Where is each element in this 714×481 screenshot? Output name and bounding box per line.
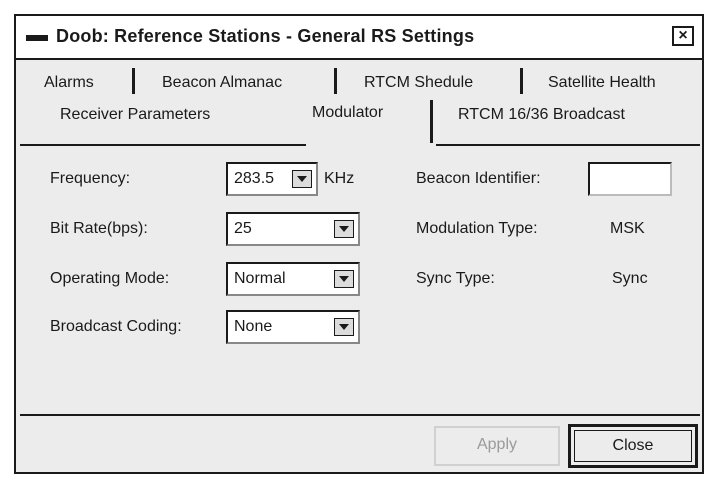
broadcast-coding-select[interactable]: None: [226, 310, 360, 344]
broadcast-coding-value: None: [234, 318, 273, 335]
beacon-identifier-label: Beacon Identifier:: [416, 170, 541, 187]
chevron-down-icon[interactable]: [334, 270, 354, 288]
tab-satellite-health[interactable]: Satellite Health: [548, 72, 656, 94]
window-title: Doob: Reference Stations - General RS Se…: [56, 26, 475, 46]
apply-button[interactable]: Apply: [434, 426, 560, 466]
frequency-unit: KHz: [324, 170, 355, 187]
frequency-value: 283.5: [234, 170, 275, 187]
chevron-down-icon[interactable]: [334, 220, 354, 238]
close-icon[interactable]: ×: [672, 26, 694, 46]
tab-separator: [132, 68, 135, 94]
modulation-type-label: Modulation Type:: [416, 220, 538, 237]
frequency-label: Frequency:: [50, 170, 131, 187]
bitrate-select[interactable]: 25: [226, 212, 360, 246]
chevron-down-icon[interactable]: [292, 170, 312, 188]
active-tab-gap: [306, 143, 436, 147]
operating-mode-label: Operating Mode:: [50, 270, 170, 287]
frequency-select[interactable]: 283.5: [226, 162, 318, 196]
tab-separator: [334, 68, 337, 94]
close-button[interactable]: Close: [568, 424, 698, 468]
tab-receiver-parameters[interactable]: Receiver Parameters: [60, 104, 210, 126]
modulation-type-value: MSK: [610, 220, 645, 237]
bitrate-value: 25: [234, 220, 252, 237]
sync-type-value: Sync: [612, 270, 648, 287]
chevron-down-icon[interactable]: [334, 318, 354, 336]
tab-separator: [520, 68, 523, 94]
tab-beacon-almanac[interactable]: Beacon Almanac: [162, 72, 282, 94]
button-area-divider: [20, 414, 700, 416]
window-menu-icon[interactable]: [26, 35, 48, 41]
broadcast-coding-label: Broadcast Coding:: [50, 318, 182, 335]
tab-rtcm-shedule[interactable]: RTCM Shedule: [364, 72, 473, 94]
operating-mode-select[interactable]: Normal: [226, 262, 360, 296]
beacon-identifier-input[interactable]: [588, 162, 672, 196]
title-bar: Doob: Reference Stations - General RS Se…: [16, 16, 702, 60]
tab-rtcm-16-36-broadcast[interactable]: RTCM 16/36 Broadcast: [458, 104, 625, 126]
operating-mode-value: Normal: [234, 270, 286, 287]
bitrate-label: Bit Rate(bps):: [50, 220, 148, 237]
tab-alarms[interactable]: Alarms: [44, 72, 94, 94]
tab-modulator[interactable]: Modulator: [312, 102, 383, 124]
settings-dialog: Doob: Reference Stations - General RS Se…: [14, 14, 704, 474]
tab-separator: [430, 100, 433, 144]
sync-type-label: Sync Type:: [416, 270, 495, 287]
